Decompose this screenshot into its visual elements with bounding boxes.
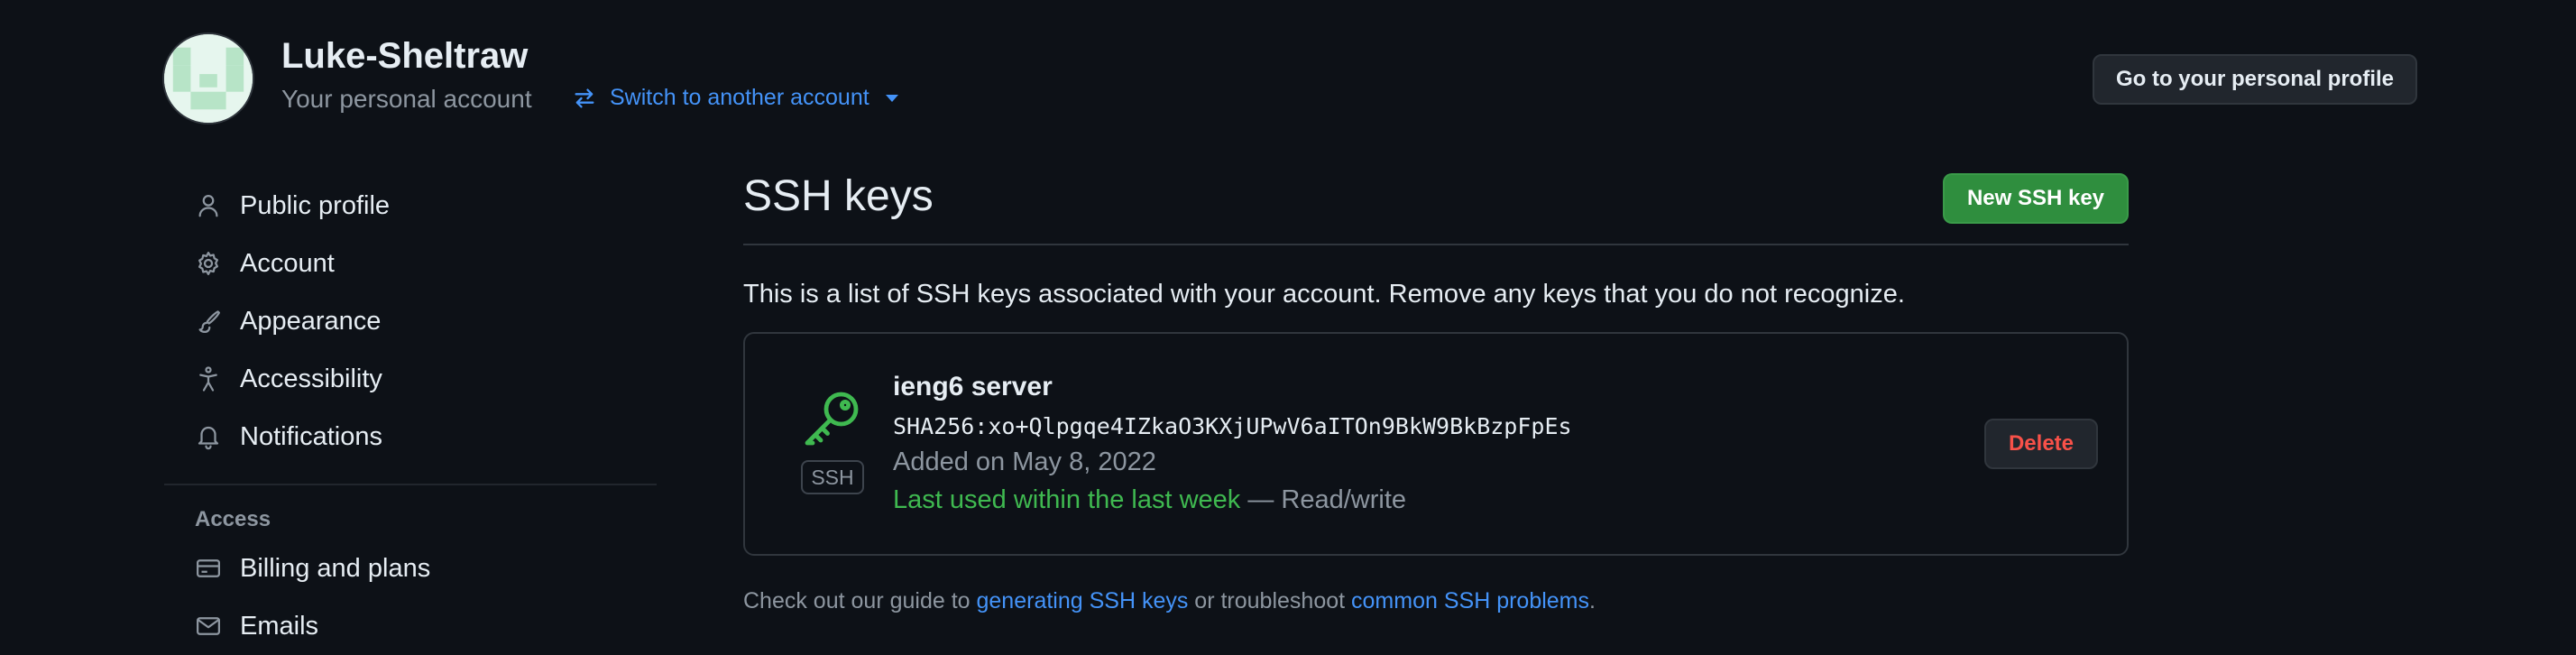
account-type-label: Your personal account: [281, 85, 532, 113]
identicon-icon: [164, 34, 253, 123]
page-title: SSH keys: [743, 172, 934, 220]
ssh-key-fingerprint: SHA256:xo+Qlpgqe4IZkaO3KXjUPwV6aITOn9BkW…: [893, 413, 1572, 439]
footer-suffix: .: [1589, 588, 1596, 613]
sidebar-item-label: Accessibility: [240, 364, 382, 393]
sidebar-item-emails[interactable]: Emails: [164, 597, 657, 655]
person-icon: [198, 195, 218, 217]
sidebar-item-label: Public profile: [240, 190, 391, 220]
sidebar-item-accessibility[interactable]: Accessibility: [164, 350, 657, 408]
sidebar-item-label: Notifications: [240, 421, 382, 451]
page-description: This is a list of SSH keys associated wi…: [743, 280, 1905, 309]
caret-down-icon: [885, 94, 898, 102]
accessibility-icon: [199, 366, 217, 392]
key-icon: [805, 392, 859, 446]
sidebar-divider: [164, 484, 657, 485]
switch-account-label: Switch to another account: [610, 85, 869, 110]
settings-sidebar: Public profile Account Appearance Access…: [164, 177, 657, 655]
ssh-key-last-used: Last used within the last week: [893, 485, 1241, 514]
bell-icon: [198, 426, 219, 450]
footer-middle: or troubleshoot: [1188, 588, 1352, 613]
new-ssh-key-button[interactable]: New SSH key: [1943, 173, 2129, 224]
mail-icon: [197, 617, 220, 635]
footer-prefix: Check out our guide to: [743, 588, 977, 613]
account-username[interactable]: Luke-Sheltraw: [281, 36, 528, 77]
gear-icon: [198, 252, 218, 275]
delete-ssh-key-button[interactable]: Delete: [1984, 419, 2098, 469]
credit-card-icon: [197, 559, 220, 577]
arrow-switch-icon: [575, 88, 594, 108]
sidebar-item-label: Account: [240, 248, 335, 278]
sidebar-item-public-profile[interactable]: Public profile: [164, 177, 657, 235]
switch-account-link[interactable]: Switch to another account: [572, 85, 898, 111]
sidebar-section-access: Access: [195, 507, 271, 531]
avatar[interactable]: [164, 34, 253, 123]
ssh-key-name: ieng6 server: [893, 372, 1053, 401]
help-footer: Check out our guide to generating SSH ke…: [743, 588, 1596, 614]
sidebar-item-label: Emails: [240, 611, 319, 641]
sidebar-item-appearance[interactable]: Appearance: [164, 292, 657, 350]
sidebar-item-account[interactable]: Account: [164, 235, 657, 292]
title-divider: [743, 244, 2129, 245]
ssh-key-usage: Last used within the last week — Read/wr…: [893, 485, 1406, 515]
sidebar-item-notifications[interactable]: Notifications: [164, 408, 657, 466]
go-to-profile-button[interactable]: Go to your personal profile: [2093, 54, 2417, 105]
ssh-key-card: [743, 332, 2129, 556]
sidebar-item-billing[interactable]: Billing and plans: [164, 540, 657, 597]
common-ssh-problems-link[interactable]: common SSH problems: [1351, 588, 1589, 613]
paintbrush-icon: [198, 310, 220, 333]
ssh-key-added-date: Added on May 8, 2022: [893, 447, 1156, 476]
ssh-type-badge: SSH: [801, 460, 864, 494]
sidebar-item-label: Billing and plans: [240, 553, 431, 583]
ssh-key-access: — Read/write: [1247, 485, 1407, 514]
sidebar-item-label: Appearance: [240, 306, 382, 336]
generating-ssh-keys-link[interactable]: generating SSH keys: [977, 588, 1189, 613]
